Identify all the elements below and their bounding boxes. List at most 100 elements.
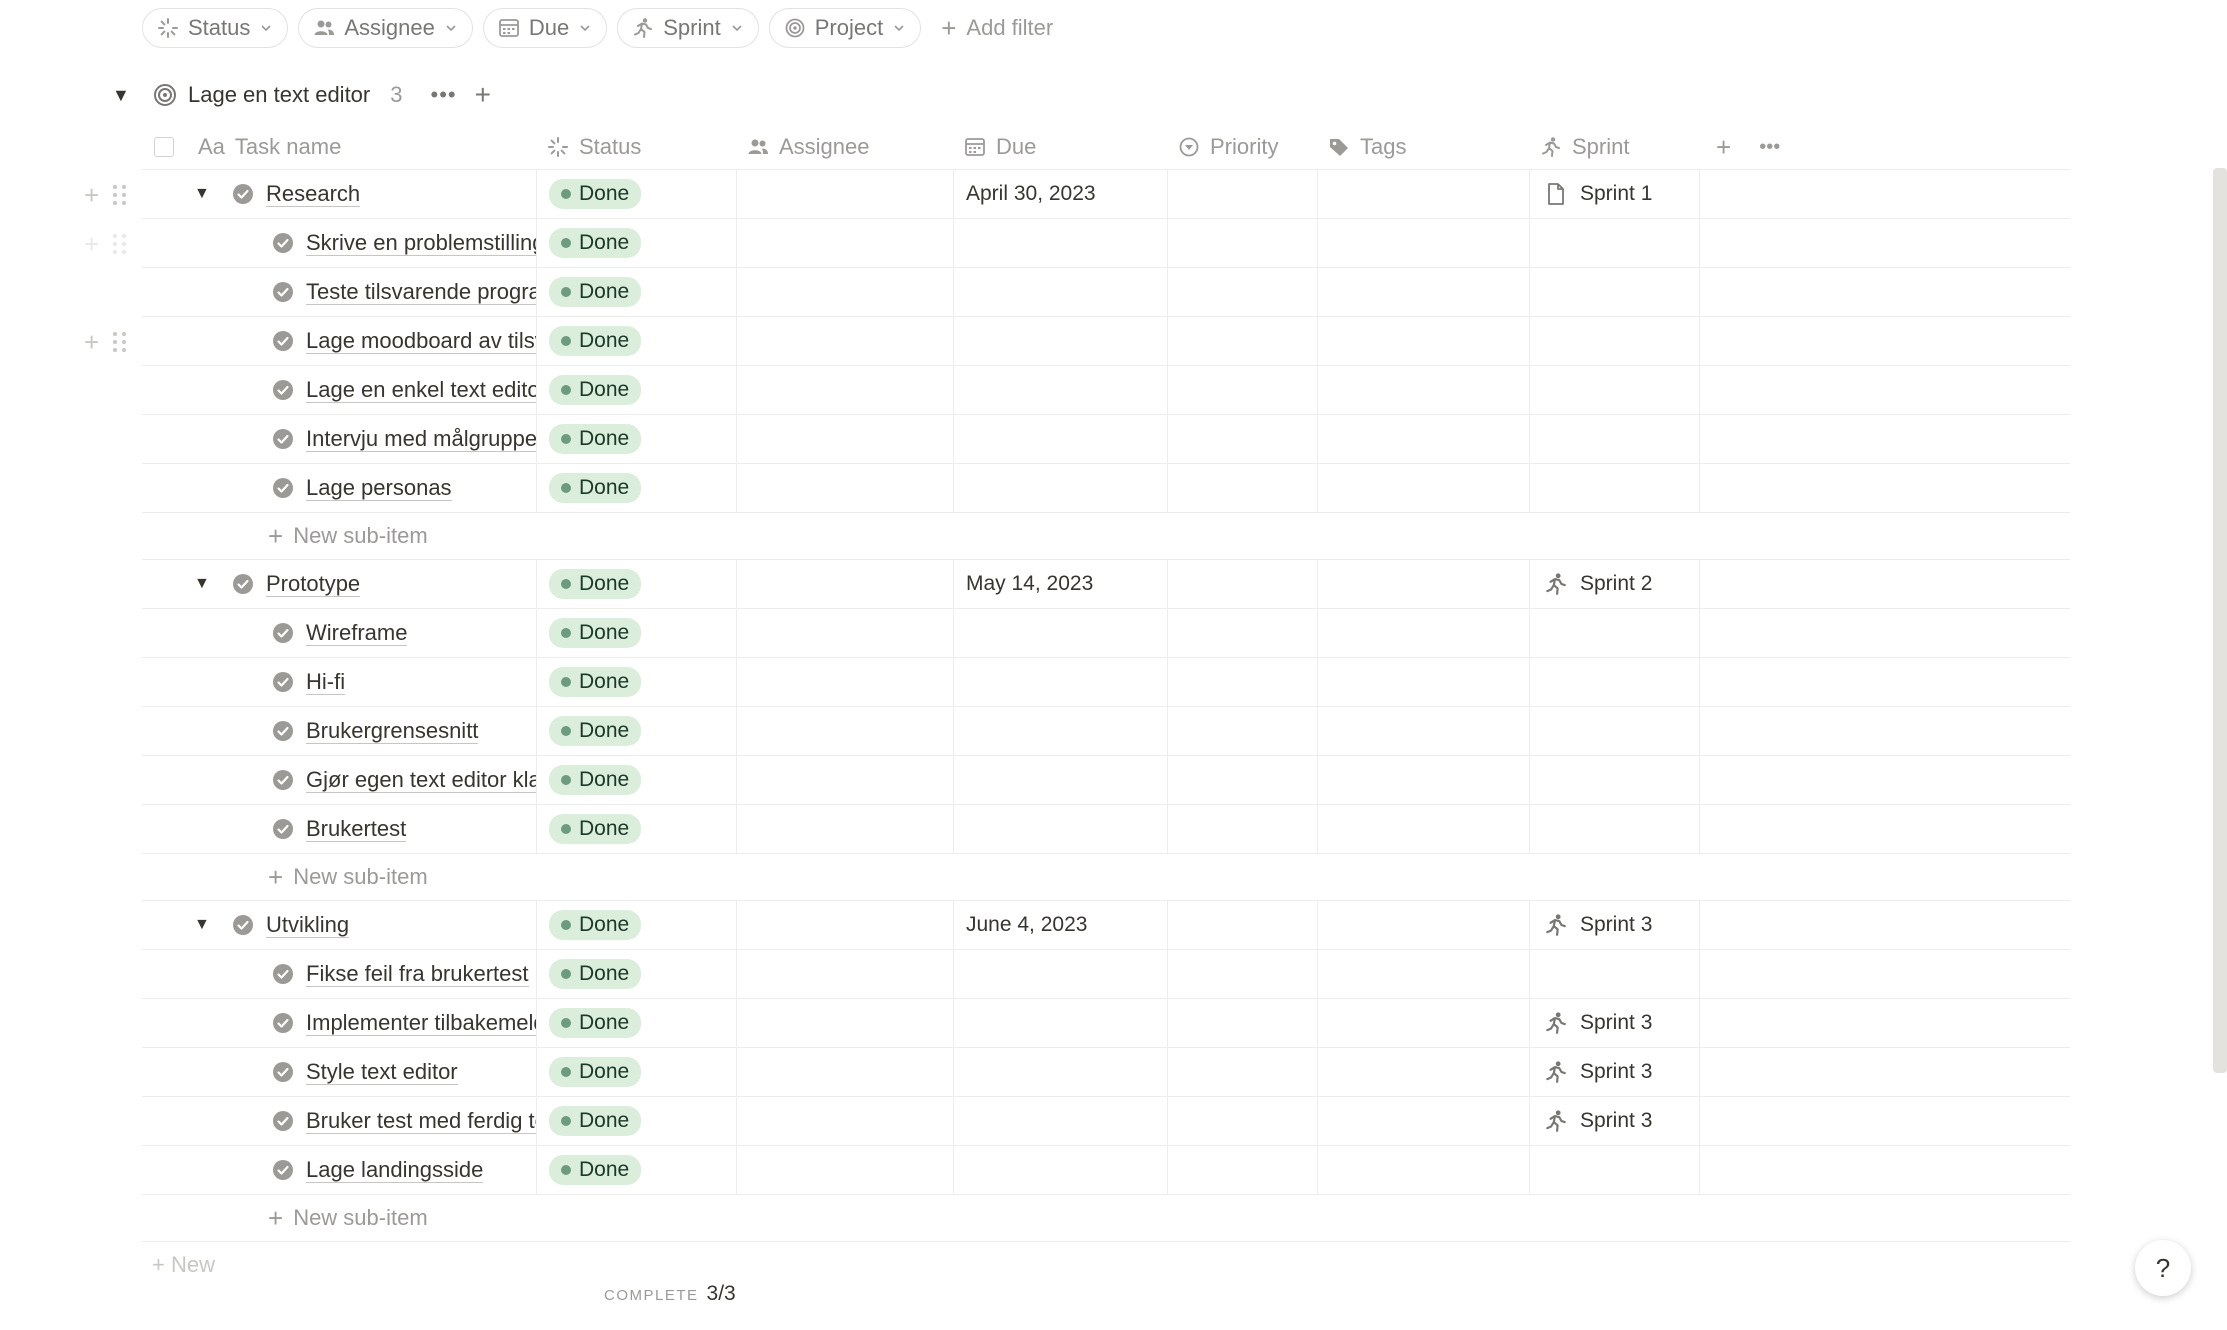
task-name[interactable]: Implementer tilbakemeldinger	[306, 1010, 536, 1036]
table-row[interactable]: Hi-fi Done	[142, 658, 2070, 707]
tags-cell[interactable]	[1318, 805, 1530, 853]
group-add-button[interactable]: +	[475, 79, 491, 111]
sprint-cell[interactable]: Sprint 3	[1530, 999, 1700, 1047]
due-cell[interactable]	[954, 950, 1168, 998]
add-row-icon[interactable]: +	[84, 229, 99, 260]
assignee-cell[interactable]	[737, 756, 954, 804]
filter-project-chip[interactable]: Project	[768, 8, 922, 48]
filter-status-chip[interactable]: Status	[142, 8, 289, 48]
priority-cell[interactable]	[1168, 464, 1318, 512]
table-row[interactable]: ▼ Utvikling Done June 4, 2023 Sprint 3	[142, 901, 2070, 950]
due-cell[interactable]	[954, 464, 1168, 512]
due-cell[interactable]	[954, 219, 1168, 267]
task-name[interactable]: Fikse feil fra brukertest	[306, 961, 529, 987]
column-header-task-name[interactable]: Aa Task name	[142, 125, 537, 169]
column-header-tags[interactable]: Tags	[1318, 125, 1530, 169]
due-cell[interactable]	[954, 609, 1168, 657]
status-badge[interactable]: Done	[549, 910, 642, 940]
status-badge[interactable]: Done	[549, 716, 642, 746]
tags-cell[interactable]	[1318, 707, 1530, 755]
help-button[interactable]: ?	[2135, 1240, 2191, 1296]
priority-cell[interactable]	[1168, 805, 1318, 853]
assignee-cell[interactable]	[737, 805, 954, 853]
sprint-cell[interactable]	[1530, 415, 1700, 463]
column-header-due[interactable]: Due	[954, 125, 1168, 169]
tags-cell[interactable]	[1318, 1097, 1530, 1145]
sprint-cell[interactable]	[1530, 464, 1700, 512]
tags-cell[interactable]	[1318, 609, 1530, 657]
sprint-cell[interactable]: Sprint 3	[1530, 1097, 1700, 1145]
assignee-cell[interactable]	[737, 707, 954, 755]
sprint-cell[interactable]	[1530, 707, 1700, 755]
sprint-cell[interactable]	[1530, 609, 1700, 657]
expand-toggle-icon[interactable]: ▼	[194, 185, 214, 203]
tags-cell[interactable]	[1318, 999, 1530, 1047]
priority-cell[interactable]	[1168, 901, 1318, 949]
vertical-scrollbar[interactable]	[2213, 168, 2227, 1073]
filter-sprint-chip[interactable]: Sprint	[617, 8, 759, 48]
new-sub-item-button[interactable]: + New sub-item	[142, 513, 2070, 560]
task-name[interactable]: Utvikling	[266, 912, 350, 938]
expand-toggle-icon[interactable]: ▼	[194, 575, 214, 593]
table-row[interactable]: Bruker test med ferdig text editor Done …	[142, 1097, 2070, 1146]
drag-handle-icon[interactable]	[113, 331, 127, 354]
assignee-cell[interactable]	[737, 901, 954, 949]
due-cell[interactable]	[954, 366, 1168, 414]
tags-cell[interactable]	[1318, 170, 1530, 218]
table-row[interactable]: Brukertest Done	[142, 805, 2070, 854]
task-name[interactable]: Lage moodboard av tilsvarende	[306, 328, 536, 354]
group-title[interactable]: Lage en text editor	[188, 82, 370, 108]
new-row-button[interactable]: + New	[152, 1252, 215, 1272]
table-row[interactable]: Lage landingsside Done	[142, 1146, 2070, 1195]
table-row[interactable]: Intervju med målgruppe Done	[142, 415, 2070, 464]
assignee-cell[interactable]	[737, 268, 954, 316]
due-cell[interactable]	[954, 317, 1168, 365]
sprint-cell[interactable]: Sprint 3	[1530, 1048, 1700, 1096]
task-name[interactable]: Wireframe	[306, 620, 408, 646]
priority-cell[interactable]	[1168, 950, 1318, 998]
group-toggle-icon[interactable]: ▼	[112, 85, 138, 106]
table-row[interactable]: Wireframe Done	[142, 609, 2070, 658]
task-name[interactable]: Gjør egen text editor klar	[306, 767, 536, 793]
sprint-cell[interactable]	[1530, 219, 1700, 267]
status-badge[interactable]: Done	[549, 667, 642, 697]
table-row[interactable]: Implementer tilbakemeldinger Done Sprint…	[142, 999, 2070, 1048]
assignee-cell[interactable]	[737, 366, 954, 414]
sprint-cell[interactable]: Sprint 3	[1530, 901, 1700, 949]
priority-cell[interactable]	[1168, 560, 1318, 608]
status-badge[interactable]: Done	[549, 1155, 642, 1185]
sprint-cell[interactable]: Sprint 2	[1530, 560, 1700, 608]
task-name[interactable]: Teste tilsvarende program	[306, 279, 536, 305]
sprint-cell[interactable]	[1530, 950, 1700, 998]
priority-cell[interactable]	[1168, 1097, 1318, 1145]
priority-cell[interactable]	[1168, 366, 1318, 414]
assignee-cell[interactable]	[737, 464, 954, 512]
tags-cell[interactable]	[1318, 901, 1530, 949]
status-badge[interactable]: Done	[549, 814, 642, 844]
due-cell[interactable]	[954, 1097, 1168, 1145]
task-name[interactable]: Prototype	[266, 571, 361, 597]
due-cell[interactable]: April 30, 2023	[954, 170, 1168, 218]
tags-cell[interactable]	[1318, 317, 1530, 365]
priority-cell[interactable]	[1168, 1146, 1318, 1194]
due-cell[interactable]	[954, 268, 1168, 316]
table-row[interactable]: Lage en enkel text editor Done	[142, 366, 2070, 415]
assignee-cell[interactable]	[737, 658, 954, 706]
status-badge[interactable]: Done	[549, 473, 642, 503]
add-row-icon[interactable]: +	[84, 327, 99, 358]
task-name[interactable]: Brukertest	[306, 816, 407, 842]
group-more-button[interactable]: •••	[431, 82, 457, 108]
add-property-button[interactable]: +	[1716, 132, 1731, 163]
calculation-summary[interactable]: COMPLETE 3/3	[604, 1282, 736, 1306]
assignee-cell[interactable]	[737, 1048, 954, 1096]
sprint-cell[interactable]	[1530, 317, 1700, 365]
priority-cell[interactable]	[1168, 756, 1318, 804]
task-name[interactable]: Lage en enkel text editor	[306, 377, 536, 403]
sprint-cell[interactable]: Sprint 1	[1530, 170, 1700, 218]
sprint-cell[interactable]	[1530, 268, 1700, 316]
task-name[interactable]: Intervju med målgruppe	[306, 426, 536, 452]
status-badge[interactable]: Done	[549, 277, 642, 307]
column-header-sprint[interactable]: Sprint	[1530, 125, 1700, 169]
add-filter-button[interactable]: + Add filter	[931, 8, 1053, 48]
table-row[interactable]: Teste tilsvarende program Done	[142, 268, 2070, 317]
